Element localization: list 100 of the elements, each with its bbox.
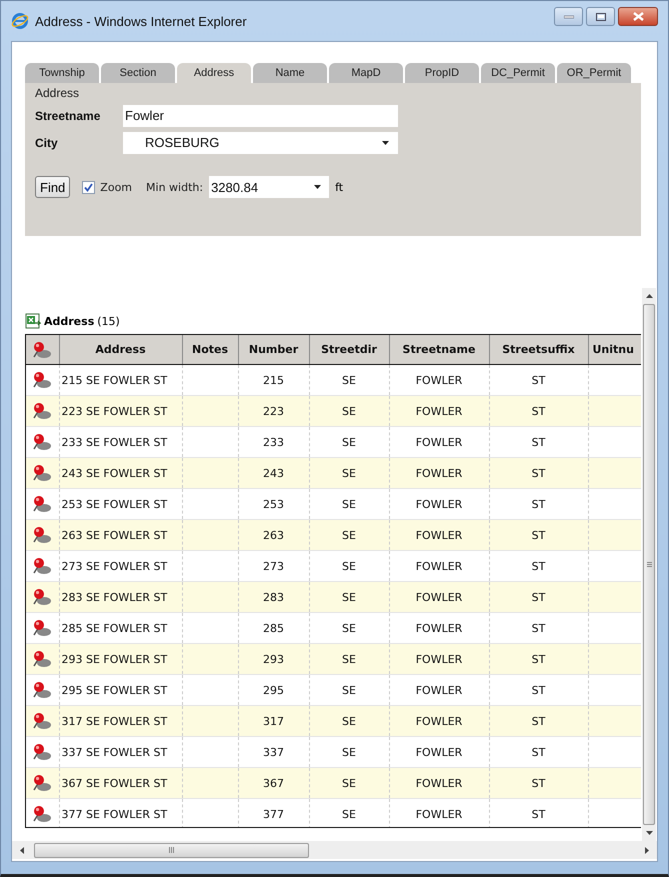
table-cell: 223 SE FOWLER ST: [62, 404, 168, 418]
table-cell: FOWLER: [416, 590, 462, 604]
table-cell: FOWLER: [416, 652, 462, 666]
table-cell: 243: [263, 466, 284, 480]
table-cell: SE: [342, 622, 356, 634]
pin-icon[interactable]: [31, 804, 54, 824]
tab[interactable]: Address: [177, 63, 251, 83]
table-cell: 285: [263, 622, 284, 634]
table-cell: 263: [263, 528, 284, 542]
table-cell: FOWLER: [416, 684, 462, 696]
column-header[interactable]: Number: [238, 335, 309, 364]
table-cell: SE: [342, 560, 356, 572]
tab[interactable]: PropID: [405, 63, 479, 83]
vertical-scrollbar[interactable]: [642, 288, 656, 841]
zoom-checkbox[interactable]: [82, 180, 96, 194]
table-cell: 337 SE FOWLER ST: [62, 746, 168, 758]
dropdown-field[interactable]: ROSEBURG: [123, 132, 398, 154]
column-header[interactable]: [26, 335, 59, 364]
zoom-label: Zoom: [100, 180, 132, 194]
column-header[interactable]: Address: [59, 335, 182, 364]
table-cell: SE: [342, 746, 356, 758]
min-width-field[interactable]: 3280.84: [209, 176, 330, 198]
column-header[interactable]: Notes: [182, 335, 238, 364]
pin-icon: [31, 340, 54, 360]
table-cell: ST: [532, 374, 546, 386]
table-cell: FOWLER: [416, 622, 462, 634]
tab[interactable]: Name: [253, 63, 327, 83]
pin-icon[interactable]: [31, 494, 54, 514]
tab[interactable]: OR_Permit: [557, 63, 631, 83]
table-cell: ST: [532, 622, 546, 634]
table-cell: FOWLER: [416, 560, 462, 572]
column-header[interactable]: Streetsuffix: [489, 335, 588, 364]
table-cell: ST: [532, 590, 546, 604]
results-title: Address: [44, 314, 94, 328]
tab[interactable]: Section: [101, 63, 175, 83]
table-cell: 273 SE FOWLER ST: [62, 560, 168, 572]
text-field[interactable]: Fowler: [123, 104, 398, 126]
table-cell: ST: [532, 776, 546, 790]
pin-icon[interactable]: [31, 525, 54, 545]
pin-icon[interactable]: [31, 618, 54, 638]
column-header[interactable]: Streetname: [389, 335, 489, 364]
table-cell: FOWLER: [416, 808, 462, 820]
table-cell: ST: [532, 652, 546, 666]
table-cell: FOWLER: [416, 404, 462, 418]
scrollbar-thumb[interactable]: [34, 842, 309, 858]
pin-icon[interactable]: [31, 773, 54, 793]
caret-icon: [314, 185, 322, 189]
left-arrow-icon[interactable]: [20, 846, 24, 854]
table-cell: 295: [263, 684, 284, 696]
tab[interactable]: MapD: [329, 63, 403, 83]
column-header[interactable]: Unitnu: [588, 335, 641, 364]
maximize-button[interactable]: [586, 7, 615, 26]
horizontal-scrollbar[interactable]: [12, 841, 657, 859]
pin-icon[interactable]: [31, 463, 54, 483]
right-arrow-icon[interactable]: [645, 846, 649, 854]
close-button[interactable]: [618, 7, 658, 26]
down-arrow-icon[interactable]: [646, 831, 652, 835]
pin-icon[interactable]: [31, 649, 54, 669]
table-cell: ST: [532, 436, 546, 448]
table-cell: 367: [263, 776, 284, 790]
pin-icon[interactable]: [31, 680, 54, 700]
find-button[interactable]: Find: [35, 176, 70, 198]
table-cell: ST: [532, 746, 546, 758]
table-cell: FOWLER: [416, 498, 462, 510]
caret-icon: [382, 140, 389, 144]
table-cell: SE: [342, 714, 356, 728]
spreadsheet-icon[interactable]: [25, 313, 41, 329]
close-icon: [632, 12, 644, 21]
pin-icon[interactable]: [31, 711, 54, 731]
table-cell: ST: [532, 714, 546, 728]
table-cell: SE: [342, 684, 356, 696]
pin-icon[interactable]: [31, 587, 54, 607]
table-cell: SE: [342, 776, 356, 790]
up-arrow-icon[interactable]: [646, 294, 652, 298]
table-cell: 223: [263, 404, 284, 418]
table-cell: 215 SE FOWLER ST: [62, 374, 168, 386]
pin-icon[interactable]: [31, 370, 54, 390]
table-cell: SE: [342, 404, 356, 418]
table-cell: SE: [342, 374, 356, 386]
table-cell: FOWLER: [416, 776, 462, 790]
pin-icon[interactable]: [31, 742, 54, 762]
table-cell: 283 SE FOWLER ST: [62, 590, 168, 604]
table-cell: 337: [263, 746, 284, 758]
table-cell: 293 SE FOWLER ST: [62, 652, 168, 666]
scrollbar-thumb[interactable]: [643, 304, 655, 825]
pin-icon[interactable]: [31, 432, 54, 452]
table-cell: 293: [263, 652, 284, 666]
table-cell: 263 SE FOWLER ST: [62, 528, 168, 542]
table-cell: SE: [342, 436, 356, 448]
results-count: (15): [97, 314, 120, 328]
pin-icon[interactable]: [31, 401, 54, 421]
table-cell: SE: [342, 528, 356, 542]
column-header[interactable]: Streetdir: [309, 335, 389, 364]
pin-icon[interactable]: [31, 556, 54, 576]
tab[interactable]: DC_Permit: [481, 63, 555, 83]
tab[interactable]: Township: [25, 63, 99, 83]
window-title: Address - Windows Internet Explorer: [35, 14, 247, 28]
table-cell: 243 SE FOWLER ST: [62, 466, 168, 480]
table-cell: FOWLER: [416, 466, 462, 480]
field-label: Streetname: [35, 108, 102, 122]
